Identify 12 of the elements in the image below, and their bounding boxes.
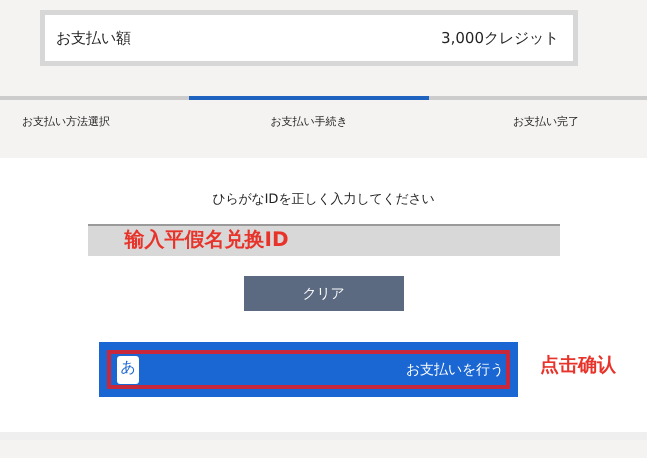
pay-button[interactable]: あ お支払いを行う: [99, 342, 518, 397]
step-label: お支払い完了: [513, 114, 579, 129]
clear-button[interactable]: クリア: [244, 276, 404, 311]
step-label: お支払い方法選択: [22, 114, 110, 129]
hiragana-icon: あ: [117, 356, 139, 384]
instruction-text: ひらがなIDを正しく入力してください: [212, 191, 434, 208]
amount-label: お支払い額: [56, 28, 131, 48]
annotation-text: 输入平假名兑换ID: [124, 226, 289, 253]
step-label: お支払い手続き: [270, 114, 348, 129]
id-input-field[interactable]: [88, 224, 560, 256]
annotation-text: 点击确认: [540, 353, 616, 378]
amount-value: 3,000クレジット: [441, 28, 559, 48]
